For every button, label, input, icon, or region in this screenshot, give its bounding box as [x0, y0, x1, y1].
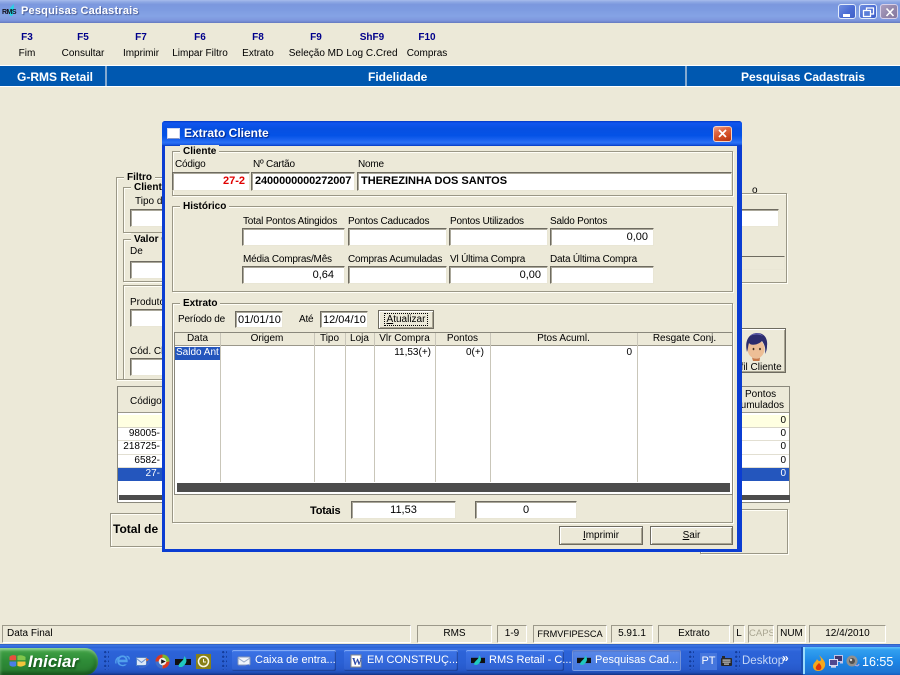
svg-text:RMS: RMS	[2, 9, 17, 16]
svg-text:W: W	[352, 657, 362, 668]
